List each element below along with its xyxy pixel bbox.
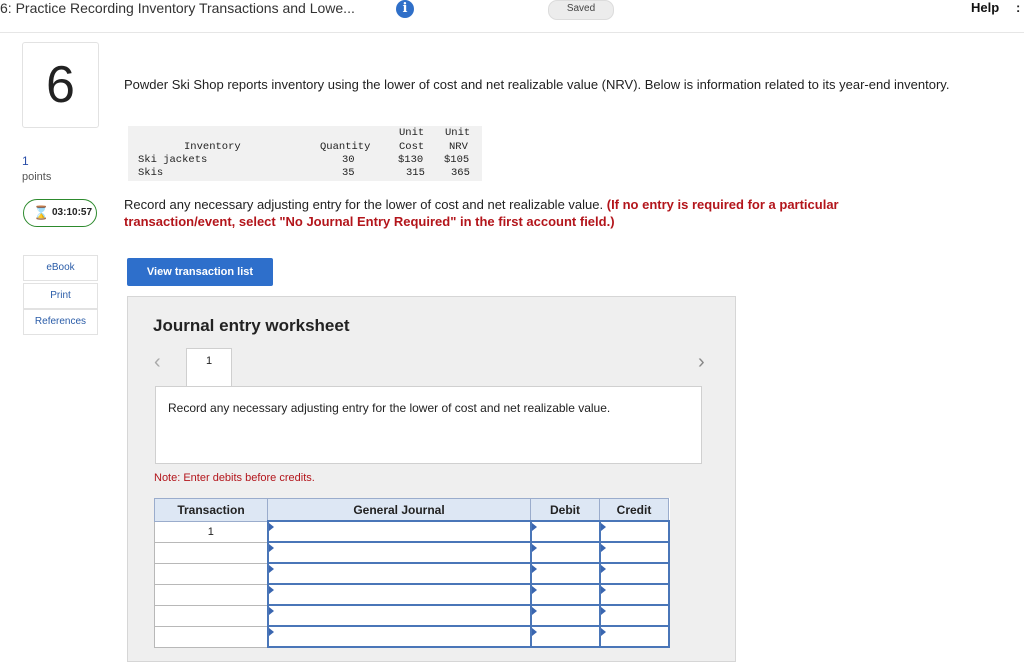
unit-cost-header-line1: Unit [399,127,425,139]
info-icon[interactable]: i [396,0,414,18]
transaction-cell [154,541,268,564]
saved-status-badge: Saved [548,0,614,20]
debit-input[interactable] [529,520,601,543]
hourglass-icon: ⌛ [33,205,50,220]
account-select[interactable] [266,583,532,606]
dropdown-arrow-icon [268,628,274,636]
inventory-header: Inventory [184,141,241,153]
timer-badge: ⌛ 03:10:57 [23,199,97,227]
points-value: 1 [22,154,29,168]
transaction-cell [154,562,268,585]
chevron-left-icon[interactable]: ‹ [154,351,161,374]
worksheet-title: Journal entry worksheet [153,316,350,335]
table-row [154,604,670,627]
debit-column-header: Debit [530,498,600,522]
account-select[interactable] [266,562,532,585]
dropdown-arrow-icon [531,628,537,636]
debit-input[interactable] [529,625,601,648]
help-link[interactable]: Help [971,0,999,16]
debit-input[interactable] [529,541,601,564]
unit-cost-header-line2: Cost [399,141,425,153]
credit-input[interactable] [598,625,670,648]
quantity-header: Quantity [320,141,371,153]
journal-entry-worksheet: Journal entry worksheet ‹ 1 › Record any… [127,296,736,662]
transaction-cell [154,625,268,648]
question-number: 6 [46,56,75,114]
row-nrv: 365 [451,167,470,179]
top-bar: 6: Practice Recording Inventory Transact… [0,0,1024,33]
question-number-box: 6 [22,42,99,128]
row-cost: $130 [398,154,424,166]
row-quantity: 35 [342,167,355,179]
transaction-cell [154,583,268,606]
account-select[interactable] [266,520,532,543]
chevron-right-icon[interactable]: › [698,351,705,374]
dropdown-arrow-icon [600,607,606,615]
dropdown-arrow-icon [531,565,537,573]
dropdown-arrow-icon [600,586,606,594]
dropdown-arrow-icon [531,544,537,552]
inventory-table: Unit Unit Inventory Quantity Cost NRV Sk… [128,126,482,181]
credit-input[interactable] [598,583,670,606]
transaction-column-header: Transaction [154,498,268,522]
dropdown-arrow-icon [531,586,537,594]
print-link[interactable]: Print [23,283,98,309]
instruction-plain: Record any necessary adjusting entry for… [124,197,604,212]
dropdown-arrow-icon [600,523,606,531]
dropdown-arrow-icon [268,523,274,531]
table-row [154,562,670,585]
credit-input[interactable] [598,604,670,627]
dropdown-arrow-icon [531,607,537,615]
transaction-cell [154,604,268,627]
dropdown-arrow-icon [268,607,274,615]
account-select[interactable] [266,541,532,564]
instruction-text: Record any necessary adjusting entry for… [124,196,924,230]
unit-nrv-header-line2: NRV [449,141,468,153]
general-journal-column-header: General Journal [267,498,531,522]
table-row [154,541,670,564]
dropdown-arrow-icon [268,565,274,573]
dropdown-arrow-icon [600,544,606,552]
unit-nrv-header-line1: Unit [445,127,471,139]
row-nrv: $105 [444,154,470,166]
assignment-title: 6: Practice Recording Inventory Transact… [0,0,355,16]
prompt-text: Record any necessary adjusting entry for… [168,401,611,415]
references-link[interactable]: References [23,309,98,335]
row-quantity: 30 [342,154,355,166]
debit-input[interactable] [529,583,601,606]
credit-input[interactable] [598,562,670,585]
transaction-number: 1 [154,520,268,543]
credit-column-header: Credit [599,498,669,522]
timer-value: 03:10:57 [52,207,93,218]
dropdown-arrow-icon [600,628,606,636]
account-select[interactable] [266,625,532,648]
credit-input[interactable] [598,541,670,564]
row-item: Ski jackets [138,154,208,166]
dropdown-arrow-icon [268,586,274,594]
account-select[interactable] [266,604,532,627]
table-row [154,583,670,606]
row-cost: 315 [406,167,425,179]
view-transaction-list-button[interactable]: View transaction list [127,258,273,286]
debit-input[interactable] [529,562,601,585]
debit-input[interactable] [529,604,601,627]
dropdown-arrow-icon [268,544,274,552]
dropdown-arrow-icon [600,565,606,573]
journal-table: Transaction General Journal Debit Credit… [154,498,670,648]
table-row [154,625,670,648]
row-item: Skis [138,167,164,179]
more-menu-icon[interactable]: : [1016,0,1020,16]
points-label: points [22,171,52,183]
tab-transaction-1[interactable]: 1 [186,348,232,386]
ebook-link[interactable]: eBook [23,255,98,281]
table-row: 1 [154,520,670,543]
prompt-box: Record any necessary adjusting entry for… [155,386,702,464]
question-intro: Powder Ski Shop reports inventory using … [124,77,950,92]
credit-input[interactable] [598,520,670,543]
debit-credit-note: Note: Enter debits before credits. [154,472,315,484]
dropdown-arrow-icon [531,523,537,531]
